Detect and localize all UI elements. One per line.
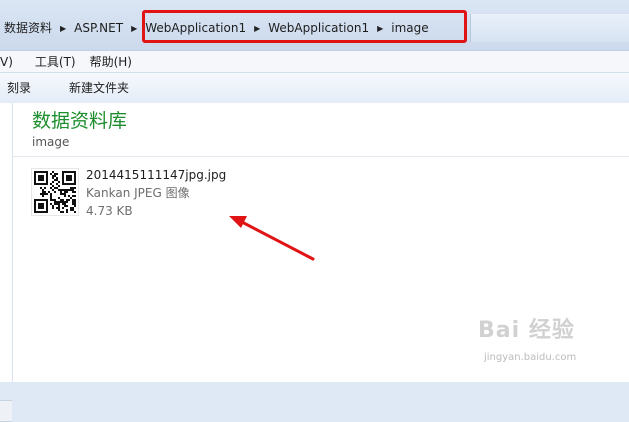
file-info: 2014415111147jpg.jpg Kankan JPEG 图像 4.73… bbox=[86, 166, 226, 220]
library-title: 数据资料库 bbox=[32, 110, 128, 132]
watermark-brand: Bai 经验 bbox=[478, 318, 575, 343]
navigation-pane-scrollbar[interactable] bbox=[0, 400, 12, 422]
navigation-pane[interactable] bbox=[0, 103, 13, 422]
watermark-logo: Bai 经验 jingyan.baidu.com bbox=[478, 312, 618, 374]
breadcrumb-separator-icon[interactable]: ▶ bbox=[127, 24, 141, 33]
address-bar[interactable]: 数据资料 ▶ ASP.NET ▶ WebApplication1 ▶ WebAp… bbox=[0, 0, 629, 50]
annotation-highlight-box bbox=[142, 10, 467, 43]
menu-view[interactable]: V) bbox=[0, 55, 21, 69]
breadcrumb-item-data[interactable]: 数据资料 bbox=[0, 17, 56, 39]
library-subtitle: image bbox=[32, 135, 70, 149]
library-header: 数据资料库 image bbox=[32, 109, 127, 149]
menu-help[interactable]: 帮助(H) bbox=[90, 53, 140, 70]
breadcrumb-item-aspnet[interactable]: ASP.NET bbox=[70, 17, 127, 39]
file-item[interactable]: 2014415111147jpg.jpg Kankan JPEG 图像 4.73… bbox=[31, 166, 351, 222]
qr-code-thumbnail-icon[interactable] bbox=[31, 168, 79, 216]
watermark-url: jingyan.baidu.com bbox=[484, 352, 577, 363]
new-folder-button[interactable]: 新建文件夹 bbox=[61, 73, 137, 103]
header-divider bbox=[13, 156, 629, 157]
burn-button[interactable]: 刻录 bbox=[0, 73, 39, 103]
file-name[interactable]: 2014415111147jpg.jpg bbox=[86, 166, 226, 184]
file-size: 4.73 KB bbox=[86, 204, 133, 218]
address-bar-empty-area[interactable] bbox=[470, 14, 629, 42]
menu-tools[interactable]: 工具(T) bbox=[35, 53, 84, 70]
file-type: Kankan JPEG 图像 bbox=[86, 186, 190, 200]
breadcrumb-separator-icon[interactable]: ▶ bbox=[56, 24, 70, 33]
toolbar: 刻录 新建文件夹 bbox=[0, 72, 629, 104]
menu-bar: V) 工具(T) 帮助(H) bbox=[0, 50, 629, 72]
